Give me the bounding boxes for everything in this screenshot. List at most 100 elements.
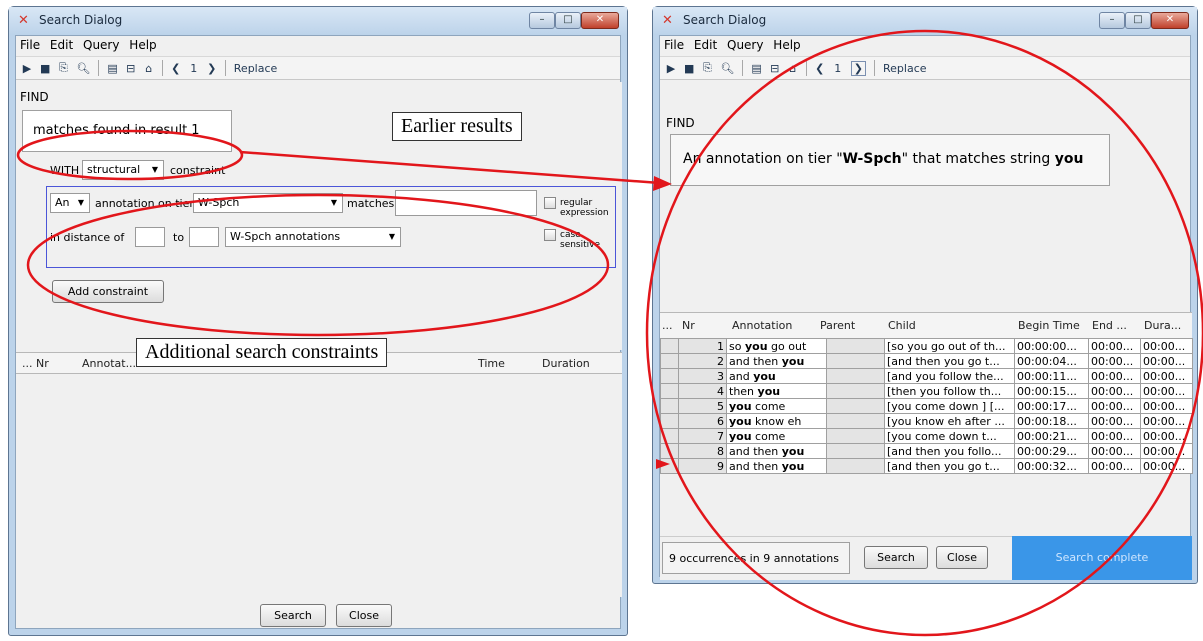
menu-query[interactable]: Query (727, 38, 763, 52)
chevron-down-icon: ▼ (388, 232, 395, 241)
page-indicator: 1 (190, 61, 198, 75)
play-icon[interactable]: ▶ (22, 62, 32, 75)
annotation-pre: and (729, 369, 754, 383)
new-query-icon[interactable]: ⎘ (702, 61, 712, 75)
annotation-hit: you (729, 414, 752, 428)
right-titlebar[interactable]: ✕ Search Dialog – □ ✕ (653, 7, 1197, 35)
stop-icon[interactable]: ■ (40, 62, 50, 75)
cell-parent (826, 443, 885, 459)
col-nr[interactable]: Nr (682, 319, 695, 332)
row-marker-cell (660, 338, 679, 354)
table-row[interactable]: 8 and then you [and then you follo... 00:00… (660, 443, 1193, 459)
add-constraint-button[interactable]: Add constraint (52, 280, 164, 303)
table-row[interactable]: 2 and then you [and then you go t... 00:00:… (660, 353, 1193, 369)
occurrences-text: 9 occurrences in 9 annotations (669, 552, 839, 565)
cell-annotation: you come (726, 428, 827, 444)
quantifier-select[interactable]: An ▼ (50, 193, 90, 213)
case-sensitive-label: case sensitive (560, 230, 601, 250)
table-row[interactable]: 1 so you go out [so you go out of th... 00:… (660, 338, 1193, 354)
distance-to-input[interactable] (189, 227, 219, 247)
distance-unit-select[interactable]: W-Spch annotations ▼ (225, 227, 401, 247)
previous-page-icon[interactable]: ❮ (815, 62, 825, 75)
search-button[interactable]: Search (260, 604, 326, 627)
menu-edit[interactable]: Edit (50, 38, 73, 52)
current-row-marker (656, 459, 670, 469)
col-menu[interactable]: ... (662, 319, 673, 332)
cell-child: [you know eh after ... (884, 413, 1015, 429)
table-row[interactable]: 7 you come [you come down t... 00:00:21... 0… (660, 428, 1193, 444)
table-row[interactable]: 3 and you [and you follow the... 00:00:11..… (660, 368, 1193, 384)
replace-button[interactable]: Replace (883, 62, 927, 75)
find-icon[interactable]: 🔍︎ (76, 62, 90, 75)
results-table: 1 so you go out [so you go out of th... 00:… (660, 338, 1193, 474)
left-titlebar[interactable]: ✕ Search Dialog – □ ✕ (9, 7, 627, 35)
distance-from-input[interactable] (135, 227, 165, 247)
annotation-post: come (751, 399, 786, 413)
previous-page-icon[interactable]: ❮ (171, 62, 181, 75)
table-row[interactable]: 4 then you [then you follow th... 00:00:15.… (660, 383, 1193, 399)
match-string-input[interactable] (395, 190, 537, 216)
cell-begin-time: 00:00:18... (1014, 413, 1089, 429)
next-page-icon[interactable]: ❯ (850, 60, 866, 76)
table-row[interactable]: 6 you know eh [you know eh after ... 00:00:… (660, 413, 1193, 429)
col-annotation[interactable]: Annotat... (82, 357, 136, 370)
export-icon[interactable]: ⌂ (788, 62, 798, 75)
maximize-button[interactable]: □ (555, 12, 581, 29)
col-child[interactable]: Child (888, 319, 916, 332)
col-parent[interactable]: Parent (820, 319, 855, 332)
col-annotation[interactable]: Annotation (732, 319, 792, 332)
col-time[interactable]: Time (478, 357, 505, 370)
tier-select[interactable]: W-Spch ▼ (193, 193, 343, 213)
cell-duration: 00:00... (1140, 368, 1193, 384)
table-row[interactable]: 5 you come [you come down ] [... 00:00:17..… (660, 398, 1193, 414)
occurrences-count: 9 occurrences in 9 annotations (662, 542, 850, 574)
replace-button[interactable]: Replace (234, 62, 278, 75)
menu-query[interactable]: Query (83, 38, 119, 52)
minimize-button[interactable]: – (529, 12, 555, 29)
stop-icon[interactable]: ■ (684, 62, 694, 75)
regex-checkbox[interactable] (544, 197, 556, 209)
menu-file[interactable]: File (664, 38, 684, 52)
close-window-button[interactable]: ✕ (581, 12, 619, 29)
table-row[interactable]: 9 and then you [and then you go t... 00:00:… (660, 458, 1193, 474)
cell-duration: 00:00... (1140, 428, 1193, 444)
menu-edit[interactable]: Edit (694, 38, 717, 52)
play-icon[interactable]: ▶ (666, 62, 676, 75)
left-client: File Edit Query Help ▶ ■ ⎘ 🔍︎ ▤ ⊟ ⌂ ❮ 1 … (15, 35, 622, 629)
case-sensitive-checkbox[interactable] (544, 229, 556, 241)
col-begin-time[interactable]: Begin Time (1018, 319, 1080, 332)
new-query-icon[interactable]: ⎘ (58, 61, 68, 75)
left-results-area (16, 374, 622, 597)
cell-nr: 2 (678, 353, 727, 369)
minimize-button[interactable]: – (1099, 12, 1125, 29)
col-nr[interactable]: ... Nr (22, 357, 49, 370)
menu-file[interactable]: File (20, 38, 40, 52)
status-indicator: Search complete (1012, 536, 1192, 580)
col-duration[interactable]: Duration (542, 357, 590, 370)
left-search-dialog: ✕ Search Dialog – □ ✕ File Edit Query He… (8, 6, 628, 636)
menu-help[interactable]: Help (773, 38, 800, 52)
result-reference[interactable]: matches found in result 1 (22, 110, 232, 152)
close-window-button[interactable]: ✕ (1151, 12, 1189, 29)
open-icon[interactable]: ⊟ (770, 62, 780, 75)
cell-nr: 5 (678, 398, 727, 414)
cell-parent (826, 428, 885, 444)
constraint-type-select[interactable]: structural ▼ (82, 160, 164, 180)
save-icon[interactable]: ▤ (107, 62, 117, 75)
col-duration[interactable]: Dura... (1144, 319, 1181, 332)
maximize-button[interactable]: □ (1125, 12, 1151, 29)
app-icon: ✕ (662, 13, 673, 28)
export-icon[interactable]: ⌂ (144, 62, 154, 75)
close-button[interactable]: Close (936, 546, 988, 569)
next-page-icon[interactable]: ❯ (207, 62, 217, 75)
find-icon[interactable]: 🔍︎ (720, 62, 734, 75)
col-end[interactable]: End ... (1092, 319, 1127, 332)
open-icon[interactable]: ⊟ (126, 62, 136, 75)
close-button[interactable]: Close (336, 604, 392, 627)
search-button[interactable]: Search (864, 546, 928, 569)
menu-help[interactable]: Help (129, 38, 156, 52)
save-icon[interactable]: ▤ (751, 62, 761, 75)
cell-end-time: 00:00... (1088, 368, 1141, 384)
query-middle: " that matches string (901, 151, 1055, 167)
row-marker-cell (660, 428, 679, 444)
